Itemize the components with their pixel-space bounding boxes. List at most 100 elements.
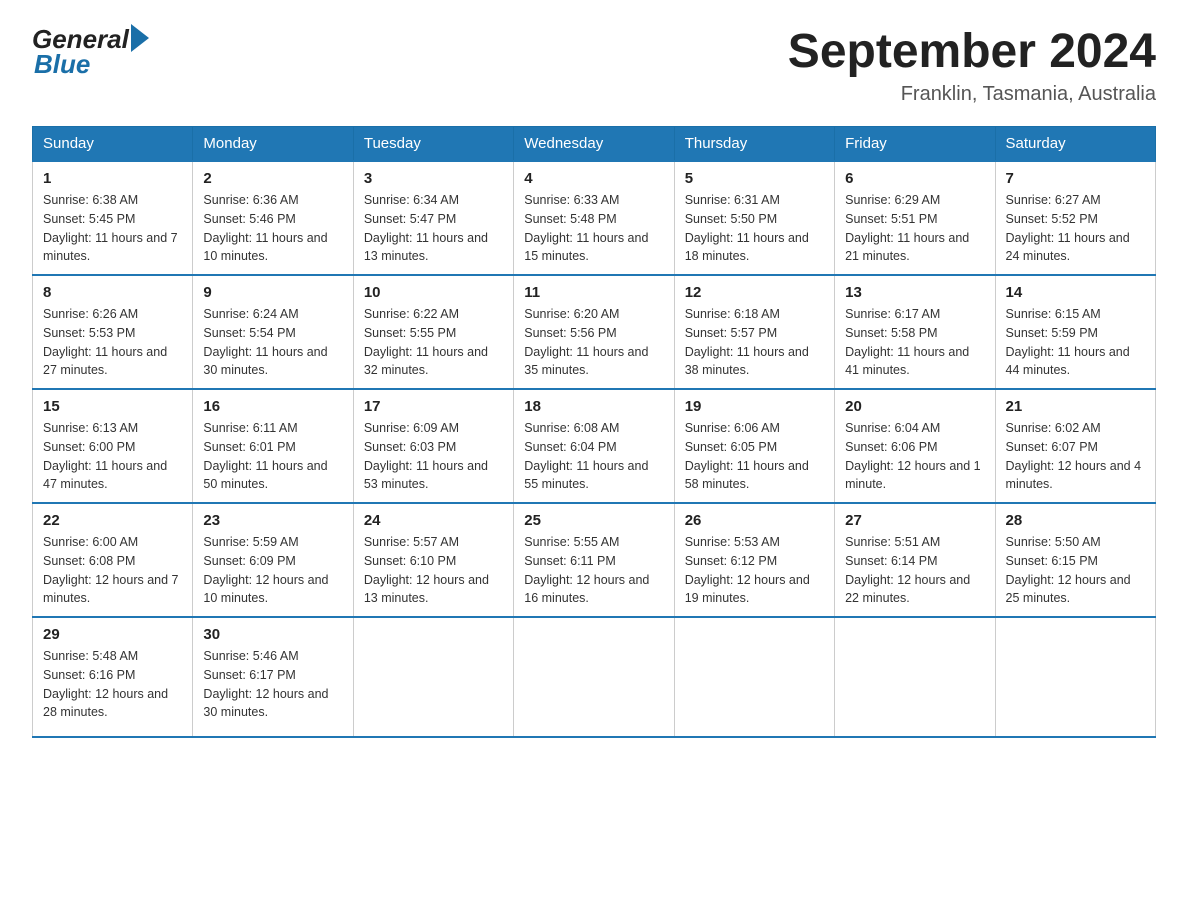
header-tuesday: Tuesday [353, 127, 513, 162]
calendar-cell [353, 617, 513, 737]
day-number: 25 [524, 512, 663, 529]
day-info: Sunrise: 6:04 AMSunset: 6:06 PMDaylight:… [845, 419, 984, 494]
day-number: 24 [364, 512, 503, 529]
logo: General Blue [32, 24, 149, 80]
header-thursday: Thursday [674, 127, 834, 162]
header-saturday: Saturday [995, 127, 1155, 162]
calendar-cell: 5 Sunrise: 6:31 AMSunset: 5:50 PMDaylight… [674, 161, 834, 275]
calendar-cell: 21 Sunrise: 6:02 AMSunset: 6:07 PMDayligh… [995, 389, 1155, 503]
calendar-cell: 2Sunrise: 6:36 AMSunset: 5:46 PMDaylight… [193, 161, 353, 275]
day-number: 17 [364, 398, 503, 415]
calendar-cell: 24 Sunrise: 5:57 AMSunset: 6:10 PMDayligh… [353, 503, 513, 617]
day-number: 1 [43, 170, 182, 187]
day-info: Sunrise: 5:53 AMSunset: 6:12 PMDaylight:… [685, 533, 824, 608]
day-info: Sunrise: 6:20 AMSunset: 5:56 PMDaylight:… [524, 305, 663, 380]
calendar-cell: 28Sunrise: 5:50 AMSunset: 6:15 PMDayligh… [995, 503, 1155, 617]
header-sunday: Sunday [33, 127, 193, 162]
day-number: 12 [685, 284, 824, 301]
day-info: Sunrise: 6:24 AMSunset: 5:54 PMDaylight:… [203, 305, 342, 380]
day-info: Sunrise: 5:51 AMSunset: 6:14 PMDaylight:… [845, 533, 984, 608]
calendar-cell: 19Sunrise: 6:06 AMSunset: 6:05 PMDayligh… [674, 389, 834, 503]
day-info: Sunrise: 5:48 AMSunset: 6:16 PMDaylight:… [43, 647, 182, 722]
day-number: 21 [1006, 398, 1145, 415]
calendar-cell: 16Sunrise: 6:11 AMSunset: 6:01 PMDayligh… [193, 389, 353, 503]
day-info: Sunrise: 6:22 AMSunset: 5:55 PMDaylight:… [364, 305, 503, 380]
day-info: Sunrise: 6:17 AMSunset: 5:58 PMDaylight:… [845, 305, 984, 380]
header-wednesday: Wednesday [514, 127, 674, 162]
day-info: Sunrise: 6:15 AMSunset: 5:59 PMDaylight:… [1006, 305, 1145, 380]
day-number: 22 [43, 512, 182, 529]
day-info: Sunrise: 6:00 AMSunset: 6:08 PMDaylight:… [43, 533, 182, 608]
day-number: 16 [203, 398, 342, 415]
header-monday: Monday [193, 127, 353, 162]
calendar-cell [674, 617, 834, 737]
day-info: Sunrise: 6:34 AMSunset: 5:47 PMDaylight:… [364, 191, 503, 266]
day-number: 29 [43, 626, 182, 643]
calendar-cell: 7 Sunrise: 6:27 AMSunset: 5:52 PMDaylight… [995, 161, 1155, 275]
day-info: Sunrise: 6:38 AMSunset: 5:45 PMDaylight:… [43, 191, 182, 266]
day-info: Sunrise: 6:31 AMSunset: 5:50 PMDaylight:… [685, 191, 824, 266]
day-number: 5 [685, 170, 824, 187]
calendar-cell [835, 617, 995, 737]
day-number: 26 [685, 512, 824, 529]
calendar-cell: 14 Sunrise: 6:15 AMSunset: 5:59 PMDayligh… [995, 275, 1155, 389]
day-number: 30 [203, 626, 342, 643]
calendar-cell: 11 Sunrise: 6:20 AMSunset: 5:56 PMDayligh… [514, 275, 674, 389]
calendar-body: 1 Sunrise: 6:38 AMSunset: 5:45 PMDaylight… [33, 161, 1156, 737]
day-info: Sunrise: 6:33 AMSunset: 5:48 PMDaylight:… [524, 191, 663, 266]
calendar-cell: 26 Sunrise: 5:53 AMSunset: 6:12 PMDayligh… [674, 503, 834, 617]
calendar-cell: 8 Sunrise: 6:26 AMSunset: 5:53 PMDaylight… [33, 275, 193, 389]
day-number: 7 [1006, 170, 1145, 187]
day-info: Sunrise: 5:59 AMSunset: 6:09 PMDaylight:… [203, 533, 342, 608]
day-number: 27 [845, 512, 984, 529]
day-number: 19 [685, 398, 824, 415]
calendar-cell: 18 Sunrise: 6:08 AMSunset: 6:04 PMDayligh… [514, 389, 674, 503]
day-info: Sunrise: 6:26 AMSunset: 5:53 PMDaylight:… [43, 305, 182, 380]
calendar-cell: 25 Sunrise: 5:55 AMSunset: 6:11 PMDayligh… [514, 503, 674, 617]
calendar-cell: 10 Sunrise: 6:22 AMSunset: 5:55 PMDayligh… [353, 275, 513, 389]
calendar-cell: 29 Sunrise: 5:48 AMSunset: 6:16 PMDayligh… [33, 617, 193, 737]
calendar-cell: 13 Sunrise: 6:17 AMSunset: 5:58 PMDayligh… [835, 275, 995, 389]
day-info: Sunrise: 6:08 AMSunset: 6:04 PMDaylight:… [524, 419, 663, 494]
calendar-cell: 27 Sunrise: 5:51 AMSunset: 6:14 PMDayligh… [835, 503, 995, 617]
day-number: 3 [364, 170, 503, 187]
logo-blue-text: Blue [34, 49, 90, 80]
header-friday: Friday [835, 127, 995, 162]
calendar-cell: 9 Sunrise: 6:24 AMSunset: 5:54 PMDaylight… [193, 275, 353, 389]
calendar-cell: 30 Sunrise: 5:46 AMSunset: 6:17 PMDayligh… [193, 617, 353, 737]
day-info: Sunrise: 5:57 AMSunset: 6:10 PMDaylight:… [364, 533, 503, 608]
calendar-header: SundayMondayTuesdayWednesdayThursdayFrid… [33, 127, 1156, 162]
calendar-cell: 22 Sunrise: 6:00 AMSunset: 6:08 PMDayligh… [33, 503, 193, 617]
day-number: 8 [43, 284, 182, 301]
day-info: Sunrise: 6:18 AMSunset: 5:57 PMDaylight:… [685, 305, 824, 380]
calendar-cell: 12 Sunrise: 6:18 AMSunset: 5:57 PMDayligh… [674, 275, 834, 389]
calendar-table: SundayMondayTuesdayWednesdayThursdayFrid… [32, 126, 1156, 738]
calendar-cell [514, 617, 674, 737]
calendar-cell: 6Sunrise: 6:29 AMSunset: 5:51 PMDaylight… [835, 161, 995, 275]
title-section: September 2024 Franklin, Tasmania, Austr… [788, 24, 1156, 106]
calendar-cell: 4 Sunrise: 6:33 AMSunset: 5:48 PMDaylight… [514, 161, 674, 275]
day-number: 4 [524, 170, 663, 187]
day-info: Sunrise: 5:55 AMSunset: 6:11 PMDaylight:… [524, 533, 663, 608]
day-number: 11 [524, 284, 663, 301]
calendar-cell: 3 Sunrise: 6:34 AMSunset: 5:47 PMDaylight… [353, 161, 513, 275]
calendar-cell [995, 617, 1155, 737]
day-info: Sunrise: 6:36 AMSunset: 5:46 PMDaylight:… [203, 191, 342, 266]
day-info: Sunrise: 6:02 AMSunset: 6:07 PMDaylight:… [1006, 419, 1145, 494]
calendar-cell: 23 Sunrise: 5:59 AMSunset: 6:09 PMDayligh… [193, 503, 353, 617]
day-number: 18 [524, 398, 663, 415]
calendar-cell: 17Sunrise: 6:09 AMSunset: 6:03 PMDayligh… [353, 389, 513, 503]
day-number: 15 [43, 398, 182, 415]
day-info: Sunrise: 6:27 AMSunset: 5:52 PMDaylight:… [1006, 191, 1145, 266]
day-number: 14 [1006, 284, 1145, 301]
page-header: General Blue September 2024 Franklin, Ta… [32, 24, 1156, 106]
day-number: 9 [203, 284, 342, 301]
calendar-cell: 1 Sunrise: 6:38 AMSunset: 5:45 PMDaylight… [33, 161, 193, 275]
day-number: 23 [203, 512, 342, 529]
day-info: Sunrise: 5:46 AMSunset: 6:17 PMDaylight:… [203, 647, 342, 722]
day-number: 10 [364, 284, 503, 301]
day-number: 13 [845, 284, 984, 301]
logo-arrow-icon [131, 24, 149, 52]
day-number: 28 [1006, 512, 1145, 529]
calendar-cell: 20Sunrise: 6:04 AMSunset: 6:06 PMDayligh… [835, 389, 995, 503]
